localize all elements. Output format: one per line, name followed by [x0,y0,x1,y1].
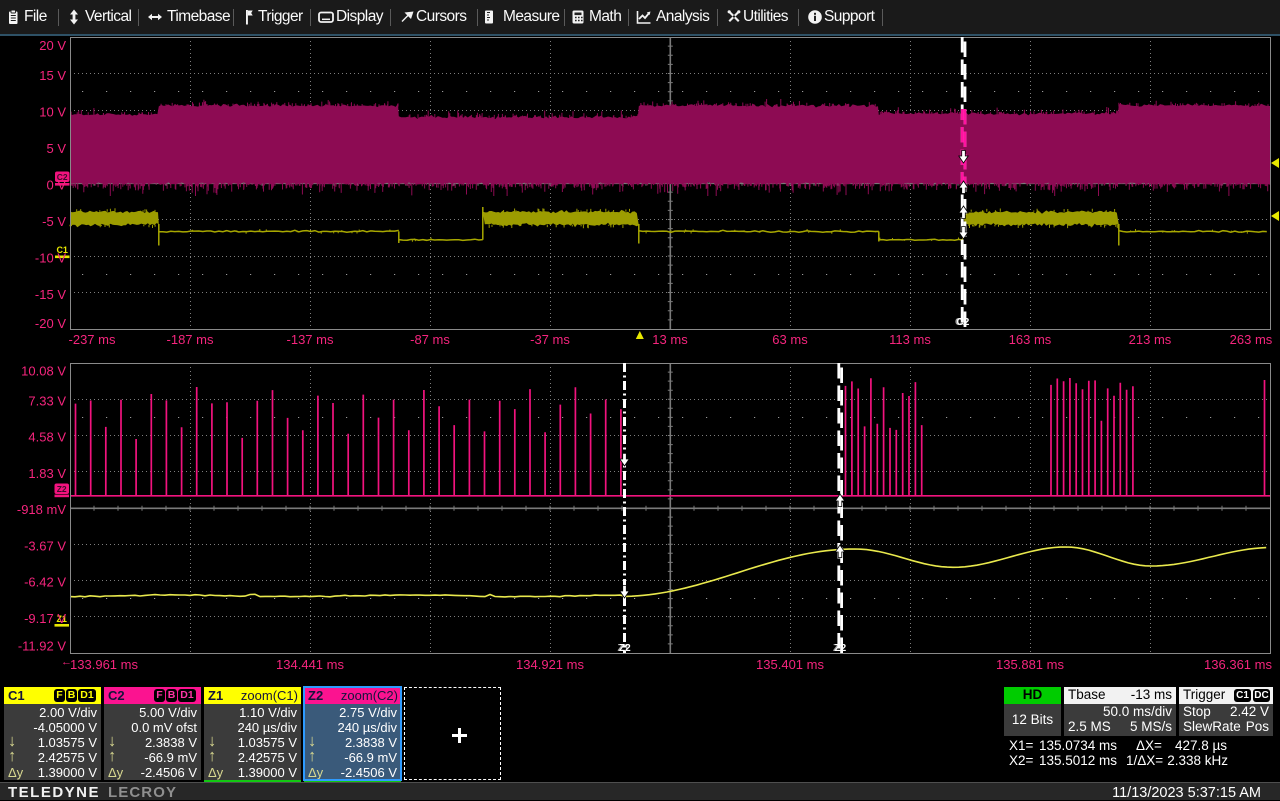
svg-text:135.881 ms: 135.881 ms [996,657,1064,672]
svg-text:163 ms: 163 ms [1009,332,1052,347]
svg-text:134.441 ms: 134.441 ms [276,657,344,672]
svg-text:4.58 V: 4.58 V [28,430,66,445]
svg-text:-11.92 V: -11.92 V [18,639,67,654]
svg-text:213 ms: 213 ms [1129,332,1172,347]
svg-text:-918 mV: -918 mV [17,502,66,517]
svg-text:133.961 ms: 133.961 ms [70,657,138,672]
svg-text:113 ms: 113 ms [889,332,931,347]
svg-text:Z2: Z2 [57,484,67,494]
svg-text:←: ← [61,656,72,668]
svg-text:-187 ms: -187 ms [167,332,214,347]
svg-text:263 ms: 263 ms [1230,332,1273,347]
svg-text:-87 ms: -87 ms [410,332,450,347]
svg-text:0 V: 0 V [46,178,66,193]
svg-text:15 V: 15 V [39,68,66,83]
svg-text:-10 V: -10 V [35,251,66,266]
svg-text:10 V: 10 V [39,105,66,120]
svg-text:63 ms: 63 ms [772,332,808,347]
svg-text:7.33 V: 7.33 V [28,393,66,408]
svg-text:-20 V: -20 V [35,316,66,331]
svg-text:-237 ms: -237 ms [69,332,116,347]
svg-text:13 ms: 13 ms [652,332,688,347]
svg-text:-15 V: -15 V [35,287,66,302]
svg-text:136.361 ms: 136.361 ms [1204,657,1272,672]
svg-text:C2: C2 [957,317,970,328]
svg-text:134.921 ms: 134.921 ms [516,657,584,672]
svg-text:135.401 ms: 135.401 ms [756,657,824,672]
svg-text:-9.17 V: -9.17 V [24,611,66,626]
svg-text:Z2: Z2 [619,643,631,654]
svg-text:20 V: 20 V [39,38,66,53]
svg-text:-6.42 V: -6.42 V [24,575,66,590]
svg-text:-137 ms: -137 ms [287,332,334,347]
svg-text:Z2: Z2 [835,643,847,654]
svg-text:-37 ms: -37 ms [530,332,570,347]
svg-text:-5 V: -5 V [42,214,66,229]
svg-text:10.08 V: 10.08 V [21,364,66,379]
svg-text:5 V: 5 V [46,141,66,156]
svg-text:1.83 V: 1.83 V [28,466,66,481]
svg-text:-3.67 V: -3.67 V [24,538,66,553]
